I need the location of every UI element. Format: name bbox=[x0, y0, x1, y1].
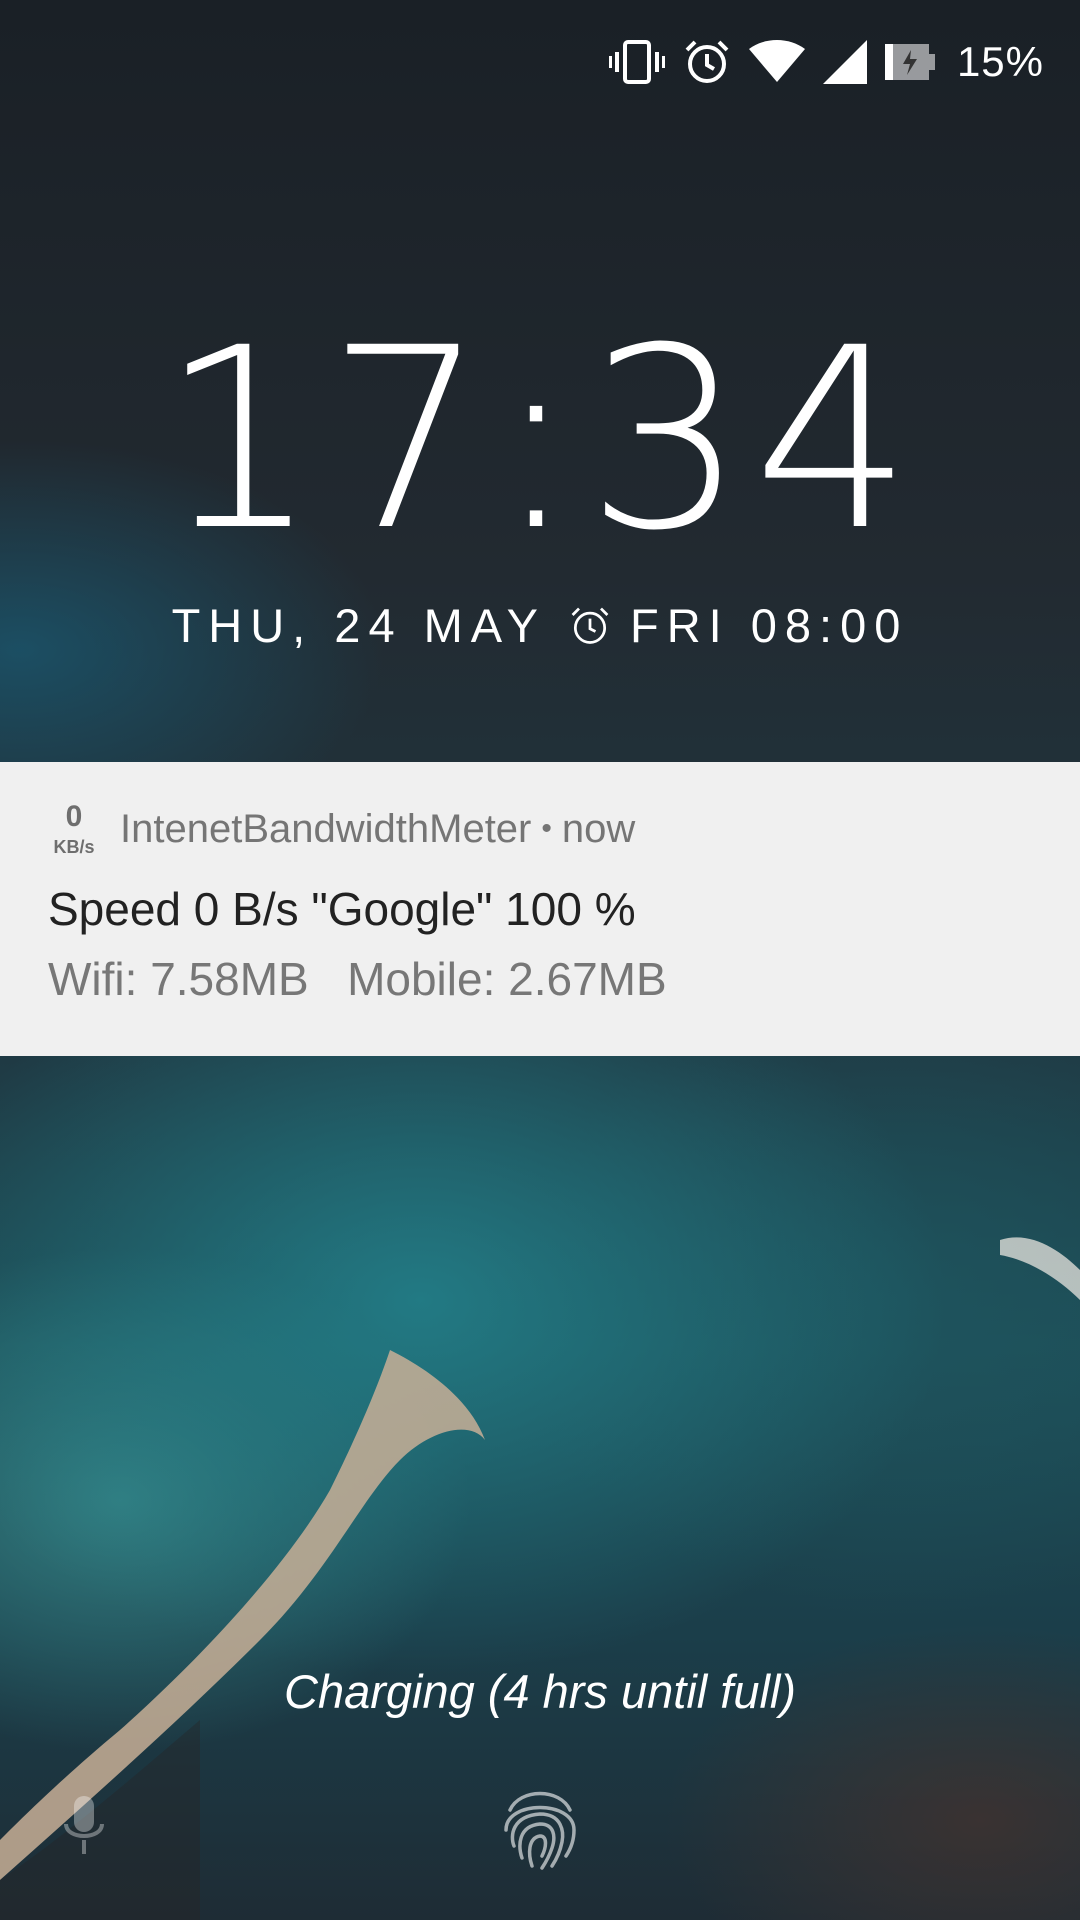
notification-header: 0 KB/s IntenetBandwidthMeter • now bbox=[48, 800, 636, 857]
vibrate-icon bbox=[608, 38, 665, 86]
alarm-icon bbox=[683, 38, 731, 86]
mic-icon[interactable] bbox=[64, 1796, 104, 1856]
wifi-icon bbox=[748, 40, 805, 84]
notification-time: now bbox=[561, 806, 636, 851]
cell-signal-icon bbox=[822, 40, 867, 84]
notification-body: Wifi: 7.58MB Mobile: 2.67MB bbox=[48, 953, 667, 1005]
status-bar: 15% bbox=[608, 30, 1044, 94]
battery-percentage: 15% bbox=[956, 38, 1044, 85]
next-alarm-time: FRI 08:00 bbox=[630, 599, 909, 652]
speed-badge-icon: 0 KB/s bbox=[48, 800, 100, 857]
lockscreen-clock: 17:34 bbox=[159, 294, 921, 585]
notification-app-name: IntenetBandwidthMeter bbox=[120, 806, 532, 851]
speed-badge-unit: KB/s bbox=[53, 837, 95, 857]
speed-badge-value: 0 bbox=[65, 800, 83, 833]
date-alarm-row: THU, 24 MAY FRI 08:00 bbox=[0, 598, 1080, 653]
notification-separator: • bbox=[541, 812, 552, 845]
next-alarm-icon bbox=[568, 604, 612, 648]
notification-title: Speed 0 B/s "Google" 100 % bbox=[48, 883, 636, 935]
lockscreen-date: THU, 24 MAY bbox=[171, 599, 546, 652]
notification-card[interactable]: 0 KB/s IntenetBandwidthMeter • now Speed… bbox=[0, 762, 1080, 1056]
charging-status: Charging (4 hrs until full) bbox=[284, 1665, 796, 1718]
fingerprint-icon[interactable] bbox=[500, 1780, 580, 1870]
battery-charging-icon bbox=[884, 42, 935, 82]
